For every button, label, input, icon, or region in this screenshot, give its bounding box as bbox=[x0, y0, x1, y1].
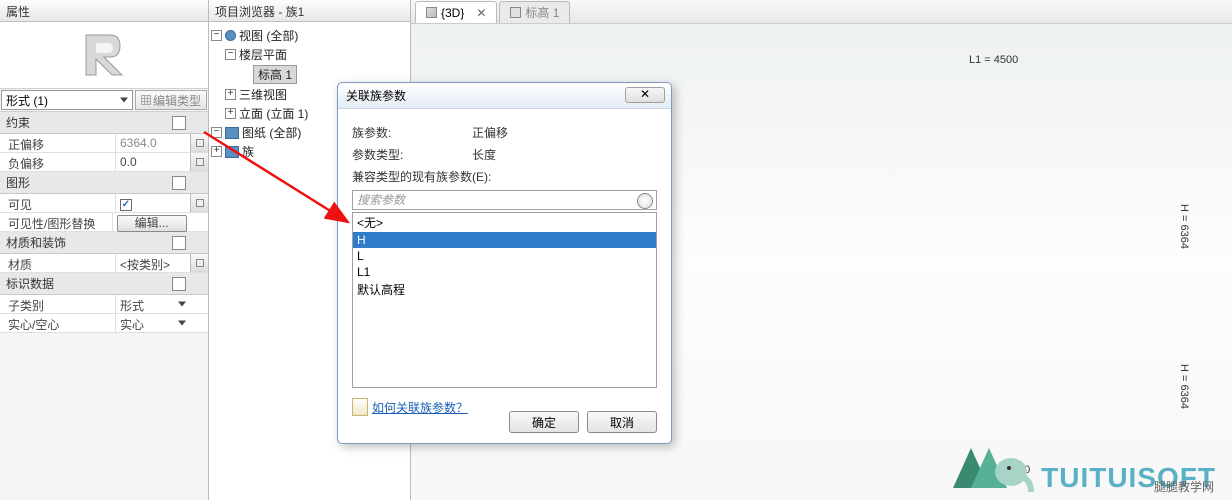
group-graphics[interactable]: 图形 bbox=[0, 172, 208, 194]
edit-type-button[interactable]: 编辑类型 bbox=[135, 90, 207, 110]
properties-title: 属性 bbox=[0, 0, 208, 22]
dim-h-right: H = 6364 bbox=[1178, 204, 1190, 249]
close-tab-icon[interactable]: ✕ bbox=[476, 6, 486, 20]
list-item[interactable]: 默认高程 bbox=[353, 280, 656, 299]
elephant-logo-icon bbox=[949, 430, 1035, 494]
row-subcategory: 子类别 形式 bbox=[0, 295, 208, 314]
row-solid-void: 实心/空心 实心 bbox=[0, 314, 208, 333]
3d-model bbox=[1191, 54, 1232, 434]
views-icon bbox=[225, 30, 236, 41]
parameter-list[interactable]: <无> H L L1 默认高程 bbox=[352, 212, 657, 388]
family-param-value: 正偏移 bbox=[472, 124, 657, 141]
dim-l1-top: L1 = 4500 bbox=[969, 54, 1018, 66]
type-selector[interactable]: 形式 (1) bbox=[1, 90, 133, 110]
assoc-param-button[interactable] bbox=[190, 134, 208, 152]
row-material: 材质 <按类别> bbox=[0, 254, 208, 273]
associate-family-parameter-dialog: 关联族参数 ✕ 族参数:正偏移 参数类型:长度 兼容类型的现有族参数(E): 搜… bbox=[337, 82, 672, 444]
ok-button[interactable]: 确定 bbox=[509, 411, 579, 433]
param-type-value: 长度 bbox=[472, 146, 657, 163]
list-item[interactable]: L bbox=[353, 248, 656, 264]
dialog-titlebar[interactable]: 关联族参数 ✕ bbox=[338, 83, 671, 109]
watermark: TUITUISOFT 腿腿教学网 bbox=[949, 430, 1216, 494]
search-parameters-input[interactable]: 搜索参数 bbox=[352, 190, 657, 210]
tab-3d[interactable]: {3D}✕ bbox=[415, 1, 497, 23]
cube-icon bbox=[426, 7, 437, 18]
revit-logo bbox=[0, 22, 208, 88]
assoc-param-button[interactable] bbox=[190, 194, 208, 212]
visible-checkbox bbox=[120, 199, 132, 211]
list-item[interactable]: <无> bbox=[353, 213, 656, 232]
row-negative-offset: 负偏移 0.0 bbox=[0, 153, 208, 172]
browser-title: 项目浏览器 - 族1 bbox=[209, 0, 410, 22]
group-materials[interactable]: 材质和装饰 bbox=[0, 232, 208, 254]
list-item[interactable]: L1 bbox=[353, 264, 656, 280]
properties-panel: 属性 形式 (1) 编辑类型 约束 正偏移 6364.0 负偏移 0.0 图形 … bbox=[0, 0, 209, 500]
view-tabs: {3D}✕ 标高 1 bbox=[411, 0, 1232, 24]
cancel-button[interactable]: 取消 bbox=[587, 411, 657, 433]
group-identity[interactable]: 标识数据 bbox=[0, 273, 208, 295]
dialog-close-button[interactable]: ✕ bbox=[625, 87, 665, 103]
row-visibility-override: 可见性/图形替换 编辑... bbox=[0, 213, 208, 232]
assoc-param-button[interactable] bbox=[190, 254, 208, 272]
row-positive-offset: 正偏移 6364.0 bbox=[0, 134, 208, 153]
tab-level1[interactable]: 标高 1 bbox=[499, 1, 570, 23]
row-visible: 可见 bbox=[0, 194, 208, 213]
tree-toggle[interactable]: − bbox=[211, 30, 222, 41]
dim-l1-bottom: L1 = 4500 bbox=[981, 464, 1030, 476]
sheet-icon bbox=[225, 127, 239, 139]
dim-h-right2: H = 6364 bbox=[1178, 364, 1190, 409]
assoc-param-button[interactable] bbox=[190, 153, 208, 171]
edit-visibility-button[interactable]: 编辑... bbox=[117, 215, 187, 232]
dialog-title: 关联族参数 bbox=[346, 87, 406, 104]
group-constraints[interactable]: 约束 bbox=[0, 112, 208, 134]
family-icon bbox=[225, 146, 239, 158]
sheet-icon bbox=[510, 7, 521, 18]
list-item-selected[interactable]: H bbox=[353, 232, 656, 248]
